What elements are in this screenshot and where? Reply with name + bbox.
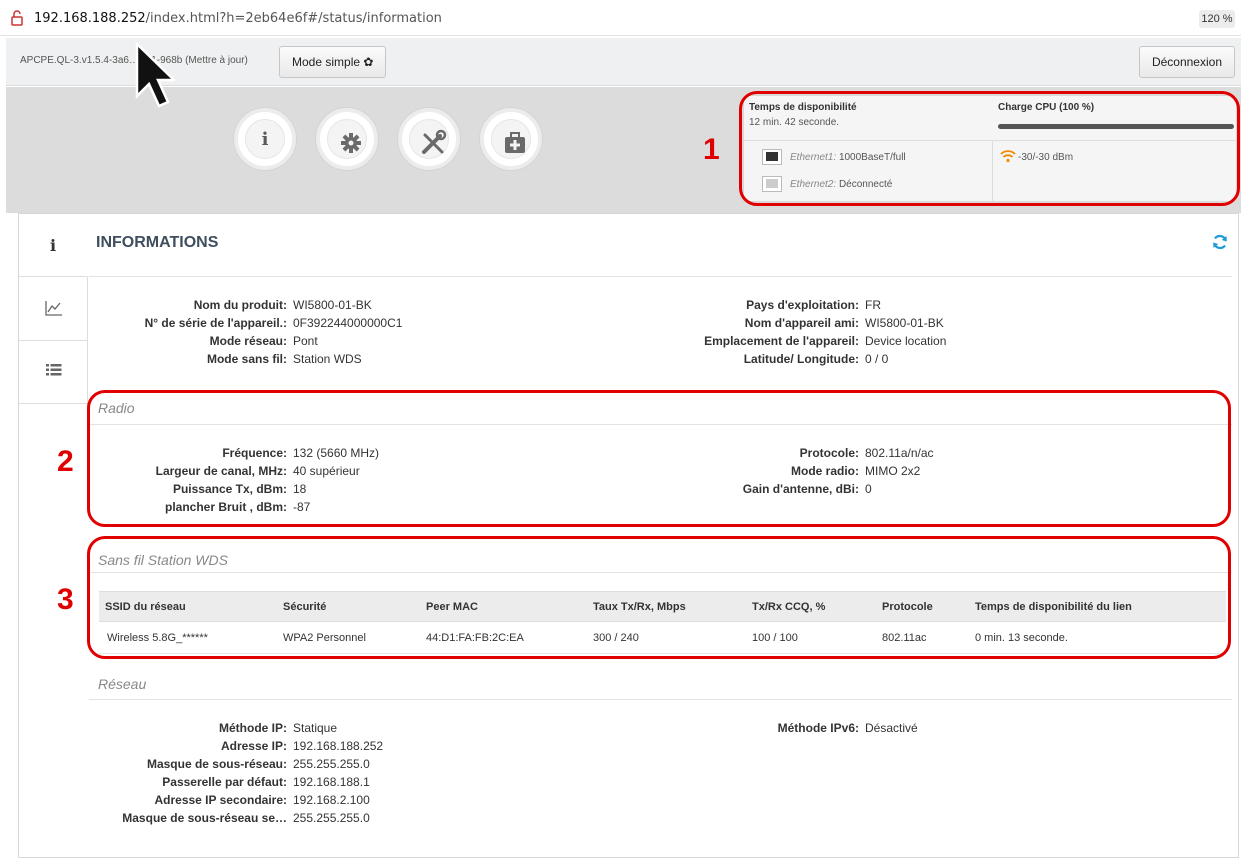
field-value: WI5800-01-BK: [293, 298, 372, 312]
divider: [89, 699, 1232, 700]
gear-icon: [341, 133, 361, 153]
annotation-number-2: 2: [57, 445, 74, 478]
annotation-ring-3: [87, 536, 1231, 659]
annotation-number-1: 1: [703, 133, 720, 166]
line-chart-icon: [44, 301, 62, 316]
annotation-ring-1: [739, 91, 1240, 206]
field-value: 0F392244000000C1: [293, 316, 403, 330]
nav-circle-toolbox[interactable]: [480, 108, 542, 170]
field-label: Emplacement de l'appareil:: [704, 334, 859, 348]
field-value: Station WDS: [293, 352, 362, 366]
field-value: FR: [865, 298, 881, 312]
nav-circle-tools[interactable]: [398, 108, 460, 170]
app-top-bar: APCPE.QL-3.v1.5.4-3a6…0V1-968b (Mettre à…: [6, 38, 1241, 86]
browser-url[interactable]: 192.168.188.252/index.html?h=2eb64e6f#/s…: [34, 11, 442, 26]
page-title: INFORMATIONS: [96, 234, 219, 251]
field-label: N° de série de l'appareil.:: [144, 316, 287, 330]
field-label: Masque de sous-réseau se…: [122, 811, 287, 825]
network-section-title: Réseau: [98, 676, 147, 692]
field-label: Méthode IP:: [219, 721, 287, 735]
field-value: 255.255.255.0: [293, 811, 370, 825]
field-value: 192.168.2.100: [293, 793, 370, 807]
field-value: 192.168.188.1: [293, 775, 370, 789]
field-value: Statique: [293, 721, 338, 735]
mouse-cursor-icon: [135, 42, 175, 108]
browser-address-bar[interactable]: 192.168.188.252/index.html?h=2eb64e6f#/s…: [0, 0, 1241, 36]
field-value: Pont: [293, 334, 318, 348]
field-label: Méthode IPv6:: [777, 721, 859, 735]
field-label: Nom du produit:: [193, 298, 287, 312]
side-nav-list[interactable]: [19, 341, 88, 404]
field-value: WI5800-01-BK: [865, 316, 944, 330]
simple-mode-button[interactable]: Mode simple ✿: [279, 46, 387, 78]
field-value: 192.168.188.252: [293, 739, 384, 753]
lock-icon: [11, 10, 23, 26]
nav-circle-info[interactable]: i: [234, 108, 296, 170]
field-value: 255.255.255.0: [293, 757, 370, 771]
field-value: 0 / 0: [865, 352, 889, 366]
firmware-version[interactable]: APCPE.QL-3.v1.5.4-3a6…0V1-968b (Mettre à…: [20, 55, 248, 66]
refresh-icon[interactable]: [1212, 234, 1228, 250]
side-nav: i: [19, 214, 88, 405]
zoom-level[interactable]: 120 %: [1199, 10, 1235, 28]
field-label: Latitude/ Longitude:: [743, 352, 859, 366]
logout-button[interactable]: Déconnexion: [1138, 46, 1235, 78]
toolbox-icon: [505, 132, 525, 153]
annotation-number-3: 3: [57, 583, 74, 616]
field-label: Masque de sous-réseau:: [146, 757, 287, 771]
simple-mode-label: Mode simple: [292, 55, 361, 69]
list-icon: [45, 364, 61, 376]
gear-icon: ✿: [363, 55, 374, 69]
side-nav-charts[interactable]: [19, 278, 88, 341]
info-icon: i: [245, 119, 285, 159]
field-value: Désactivé: [865, 721, 918, 735]
tools-icon: [422, 129, 447, 154]
field-label: Mode sans fil:: [206, 352, 287, 366]
field-value: Device location: [865, 334, 947, 348]
info-icon: i: [49, 236, 57, 255]
divider: [89, 276, 1232, 277]
field-label: Passerelle par défaut:: [162, 775, 287, 789]
annotation-ring-2: [87, 390, 1231, 527]
field-label: Adresse IP secondaire:: [154, 793, 287, 807]
field-label: Adresse IP:: [220, 739, 287, 753]
field-label: Mode réseau:: [209, 334, 287, 348]
side-nav-info[interactable]: i: [19, 214, 88, 277]
field-label: Nom d'appareil ami:: [744, 316, 859, 330]
nav-circle-settings[interactable]: [316, 108, 378, 170]
field-label: Pays d'exploitation:: [746, 298, 859, 312]
